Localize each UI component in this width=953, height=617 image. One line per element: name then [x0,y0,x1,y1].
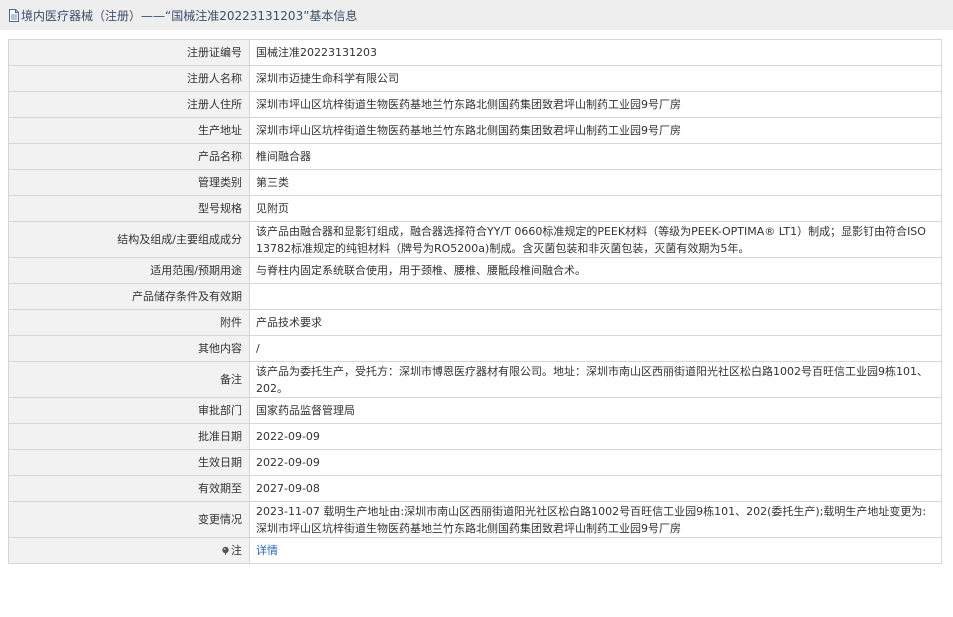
field-label: 结构及组成/主要组成成分 [8,221,250,258]
table-row: 产品名称 椎间融合器 [8,143,942,170]
table-row: 附件 产品技术要求 [8,309,942,336]
table-row: 其他内容 / [8,335,942,362]
note-label: 注 [231,544,242,557]
field-value: 该产品由融合器和显影钉组成，融合器选择符合YY/T 0660标准规定的PEEK材… [249,221,942,258]
table-row: 生产地址 深圳市坪山区坑梓街道生物医药基地兰竹东路北侧国药集团致君坪山制药工业园… [8,117,942,144]
field-label: 管理类别 [8,169,250,196]
table-row: 有效期至 2027-09-08 [8,475,942,502]
table-row: 注册证编号 国械注准20223131203 [8,39,942,66]
field-label: 有效期至 [8,475,250,502]
field-value: 2022-09-09 [249,423,942,450]
field-value: 椎间融合器 [249,143,942,170]
table-row: 结构及组成/主要组成成分 该产品由融合器和显影钉组成，融合器选择符合YY/T 0… [8,221,942,258]
field-label: 注册证编号 [8,39,250,66]
note-row: 注 详情 [8,537,942,564]
field-value: 深圳市坪山区坑梓街道生物医药基地兰竹东路北侧国药集团致君坪山制药工业园9号厂房 [249,91,942,118]
field-value [249,283,942,310]
note-label-cell: 注 [8,537,250,564]
field-label: 产品储存条件及有效期 [8,283,250,310]
field-label: 附件 [8,309,250,336]
field-label: 适用范围/预期用途 [8,257,250,284]
field-value: 2022-09-09 [249,449,942,476]
field-value: 见附页 [249,195,942,222]
table-row: 产品储存条件及有效期 [8,283,942,310]
table-row: 管理类别 第三类 [8,169,942,196]
field-label: 变更情况 [8,501,250,538]
page-header: 境内医疗器械（注册）——“国械注准20223131203”基本信息 [0,0,953,30]
field-value: 第三类 [249,169,942,196]
field-label: 注册人名称 [8,65,250,92]
registration-info-table: 注册证编号 国械注准20223131203 注册人名称 深圳市迈捷生命科学有限公… [8,39,942,564]
field-label: 批准日期 [8,423,250,450]
page-title: 境内医疗器械（注册）——“国械注准20223131203”基本信息 [21,8,358,23]
table-row: 备注 该产品为委托生产，受托方：深圳市博恩医疗器材有限公司。地址：深圳市南山区西… [8,361,942,398]
field-value: 深圳市坪山区坑梓街道生物医药基地兰竹东路北侧国药集团致君坪山制药工业园9号厂房 [249,117,942,144]
field-label: 审批部门 [8,397,250,424]
field-value: / [249,335,942,362]
field-label: 生效日期 [8,449,250,476]
field-value: 与脊柱内固定系统联合使用，用于颈椎、腰椎、腰骶段椎间融合术。 [249,257,942,284]
field-value: 2027-09-08 [249,475,942,502]
field-label: 备注 [8,361,250,398]
table-row: 注册人名称 深圳市迈捷生命科学有限公司 [8,65,942,92]
field-value: 国家药品监督管理局 [249,397,942,424]
details-link[interactable]: 详情 [256,544,278,557]
table-row: 适用范围/预期用途 与脊柱内固定系统联合使用，用于颈椎、腰椎、腰骶段椎间融合术。 [8,257,942,284]
field-value: 深圳市迈捷生命科学有限公司 [249,65,942,92]
table-row: 注册人住所 深圳市坪山区坑梓街道生物医药基地兰竹东路北侧国药集团致君坪山制药工业… [8,91,942,118]
table-row: 型号规格 见附页 [8,195,942,222]
field-value: 国械注准20223131203 [249,39,942,66]
field-value: 该产品为委托生产，受托方：深圳市博恩医疗器材有限公司。地址：深圳市南山区西丽街道… [249,361,942,398]
table-row: 审批部门 国家药品监督管理局 [8,397,942,424]
table-row: 变更情况 2023-11-07 载明生产地址由:深圳市南山区西丽街道阳光社区松白… [8,501,942,538]
pin-icon [222,546,229,555]
field-value: 2023-11-07 载明生产地址由:深圳市南山区西丽街道阳光社区松白路1002… [249,501,942,538]
table-row: 生效日期 2022-09-09 [8,449,942,476]
field-label: 其他内容 [8,335,250,362]
field-label: 型号规格 [8,195,250,222]
field-label: 生产地址 [8,117,250,144]
table-row: 批准日期 2022-09-09 [8,423,942,450]
field-label: 产品名称 [8,143,250,170]
field-label: 注册人住所 [8,91,250,118]
field-value: 产品技术要求 [249,309,942,336]
note-value: 详情 [249,537,942,564]
document-icon [9,8,19,22]
